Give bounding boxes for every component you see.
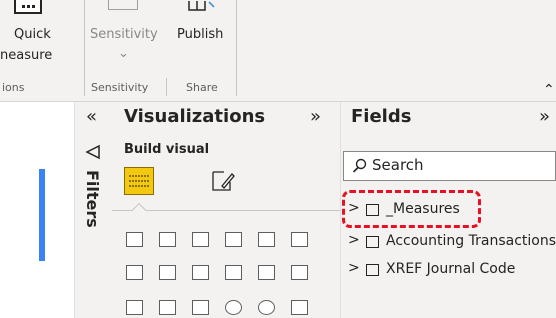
quick-measure-label-line2: neasure [0, 48, 53, 63]
visual-type-grid [126, 228, 336, 318]
quick-measure-button[interactable]: Quick neasure [0, 0, 64, 72]
treemap-icon[interactable] [291, 300, 308, 315]
sensitivity-button[interactable]: Sensitivity ⌄ [90, 0, 160, 75]
stacked-bar-chart-icon[interactable] [126, 232, 143, 247]
filters-pane-collapsed: « Filters [74, 102, 113, 318]
chevron-right-icon: > [348, 232, 360, 248]
ribbon-separator [166, 78, 167, 96]
filters-label[interactable]: Filters [83, 170, 102, 228]
filter-funnel-icon [85, 144, 101, 164]
clustered-bar-chart-icon[interactable] [192, 232, 209, 247]
line-and-column-chart-icon[interactable] [225, 265, 242, 280]
100-stacked-column-chart-icon[interactable] [291, 232, 308, 247]
tab-underline [112, 210, 340, 211]
sensitivity-icon [108, 0, 138, 10]
table-icon [366, 264, 379, 276]
group-label-sensitivity: Sensitivity [91, 81, 149, 94]
highlight-box [342, 190, 481, 228]
pie-chart-icon[interactable] [225, 300, 242, 315]
visualizations-title: Visualizations [124, 106, 266, 127]
ribbon-separator [84, 0, 85, 96]
collapse-left-icon[interactable]: « [86, 106, 97, 127]
donut-chart-icon[interactable] [258, 300, 275, 315]
ribbon-separator [236, 0, 237, 96]
publish-label: Publish [177, 27, 224, 42]
quick-measure-icon [14, 0, 42, 14]
line-chart-icon[interactable] [126, 265, 143, 280]
sensitivity-label: Sensitivity [90, 27, 158, 42]
collapse-ribbon-icon[interactable]: ⌃ [543, 82, 555, 98]
stacked-column-chart-icon[interactable] [159, 232, 176, 247]
table-row-accounting-transactions[interactable]: > Accounting Transactions [348, 232, 556, 252]
publish-button[interactable]: Publish [170, 0, 230, 72]
line-and-clustered-column-chart-icon[interactable] [258, 265, 275, 280]
scatter-chart-icon[interactable] [192, 300, 209, 315]
tab-notch [131, 202, 147, 218]
clustered-column-chart-icon[interactable] [225, 232, 242, 247]
100-stacked-bar-chart-icon[interactable] [258, 232, 275, 247]
build-visual-label: Build visual [124, 142, 210, 157]
group-label-share: Share [186, 81, 218, 94]
waterfall-chart-icon[interactable] [126, 300, 143, 315]
format-visual-tab[interactable] [210, 168, 236, 198]
publish-icon [188, 0, 218, 14]
search-input[interactable]: Search [343, 151, 556, 181]
publish-icon-svg [188, 1, 215, 11]
area-chart-icon[interactable] [159, 265, 176, 280]
chevron-right-icon: > [348, 260, 360, 276]
table-row-xref-journal-code[interactable]: > XREF Journal Code [348, 260, 548, 280]
fields-title: Fields [351, 106, 412, 127]
table-name: XREF Journal Code [386, 261, 516, 277]
funnel-chart-icon[interactable] [159, 300, 176, 315]
grid-dots [22, 5, 35, 8]
build-visual-tab[interactable] [124, 167, 154, 195]
ribbon-chart-icon[interactable] [291, 265, 308, 280]
expand-right-icon[interactable]: » [310, 106, 321, 127]
canvas-visual-selection[interactable] [39, 169, 45, 261]
expand-right-icon[interactable]: » [539, 106, 550, 127]
report-canvas[interactable] [0, 102, 73, 318]
build-visual-icon [129, 175, 149, 187]
visualizations-pane: Visualizations » Build visual [112, 102, 341, 318]
search-placeholder: Search [372, 156, 424, 174]
paintbrush-icon [212, 171, 235, 191]
group-label-calculations: ions [2, 81, 25, 94]
chevron-down-icon: ⌄ [118, 46, 129, 61]
filter-funnel-svg [85, 144, 100, 160]
ribbon: Quick neasure Sensitivity ⌄ Publish ions… [0, 0, 556, 102]
table-icon [366, 236, 379, 248]
stacked-area-chart-icon[interactable] [192, 265, 209, 280]
search-icon [352, 158, 367, 173]
table-name: Accounting Transactions [386, 233, 556, 249]
quick-measure-label-line1: Quick [14, 27, 51, 42]
